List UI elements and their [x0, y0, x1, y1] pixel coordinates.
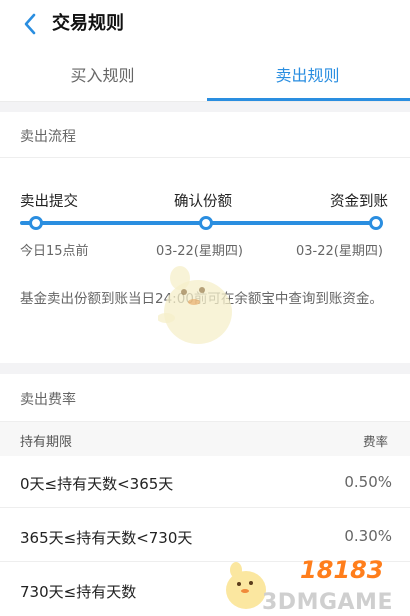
section-gap [0, 363, 410, 374]
nav-bar: 交易规则 [0, 0, 410, 48]
back-button[interactable] [18, 12, 42, 36]
row-rate: 0.30% [344, 527, 392, 545]
section-gap [0, 102, 410, 112]
flow-section-header: 卖出流程 [0, 112, 410, 158]
watermark-logo: 18183 [300, 556, 384, 584]
table-row: 365天≤持有天数<730天 0.30% [0, 512, 410, 562]
row-rate: 0.50% [344, 473, 392, 491]
row-period: 365天≤持有天数<730天 [20, 529, 193, 547]
table-header: 持有期限 费率 [0, 422, 410, 456]
tab-buy-rules[interactable]: 买入规则 [0, 50, 205, 102]
step-label-arrival: 资金到账 [330, 194, 388, 210]
row-period: 730天≤持有天数 [20, 583, 137, 601]
timeline-dot-arrival [369, 216, 383, 230]
row-period: 0天≤持有天数<365天 [20, 475, 174, 493]
mascot-watermark-icon [158, 266, 232, 344]
step-label-confirm: 确认份额 [174, 194, 232, 210]
page-title: 交易规则 [52, 13, 124, 34]
column-header-period: 持有期限 [20, 435, 73, 450]
timeline-dot-submit [29, 216, 43, 230]
table-row: 0天≤持有天数<365天 0.50% [0, 458, 410, 508]
tab-sell-rules[interactable]: 卖出规则 [205, 50, 410, 102]
step-date-confirm: 03-22(星期四) [156, 244, 243, 259]
column-header-rate: 费率 [362, 434, 388, 449]
step-date-arrival: 03-22(星期四) [296, 244, 383, 259]
step-label-submit: 卖出提交 [20, 194, 78, 210]
active-tab-indicator [207, 98, 410, 101]
timeline-dot-confirm [199, 216, 213, 230]
fee-section-header: 卖出费率 [0, 374, 410, 422]
chevron-left-icon [24, 13, 36, 35]
watermark-text: 3DMGAME [262, 590, 393, 615]
flow-section-title: 卖出流程 [20, 129, 76, 145]
tab-bar: 买入规则 卖出规则 [0, 50, 410, 102]
fee-section-title: 卖出费率 [20, 392, 76, 408]
step-date-submit: 今日15点前 [20, 244, 89, 259]
